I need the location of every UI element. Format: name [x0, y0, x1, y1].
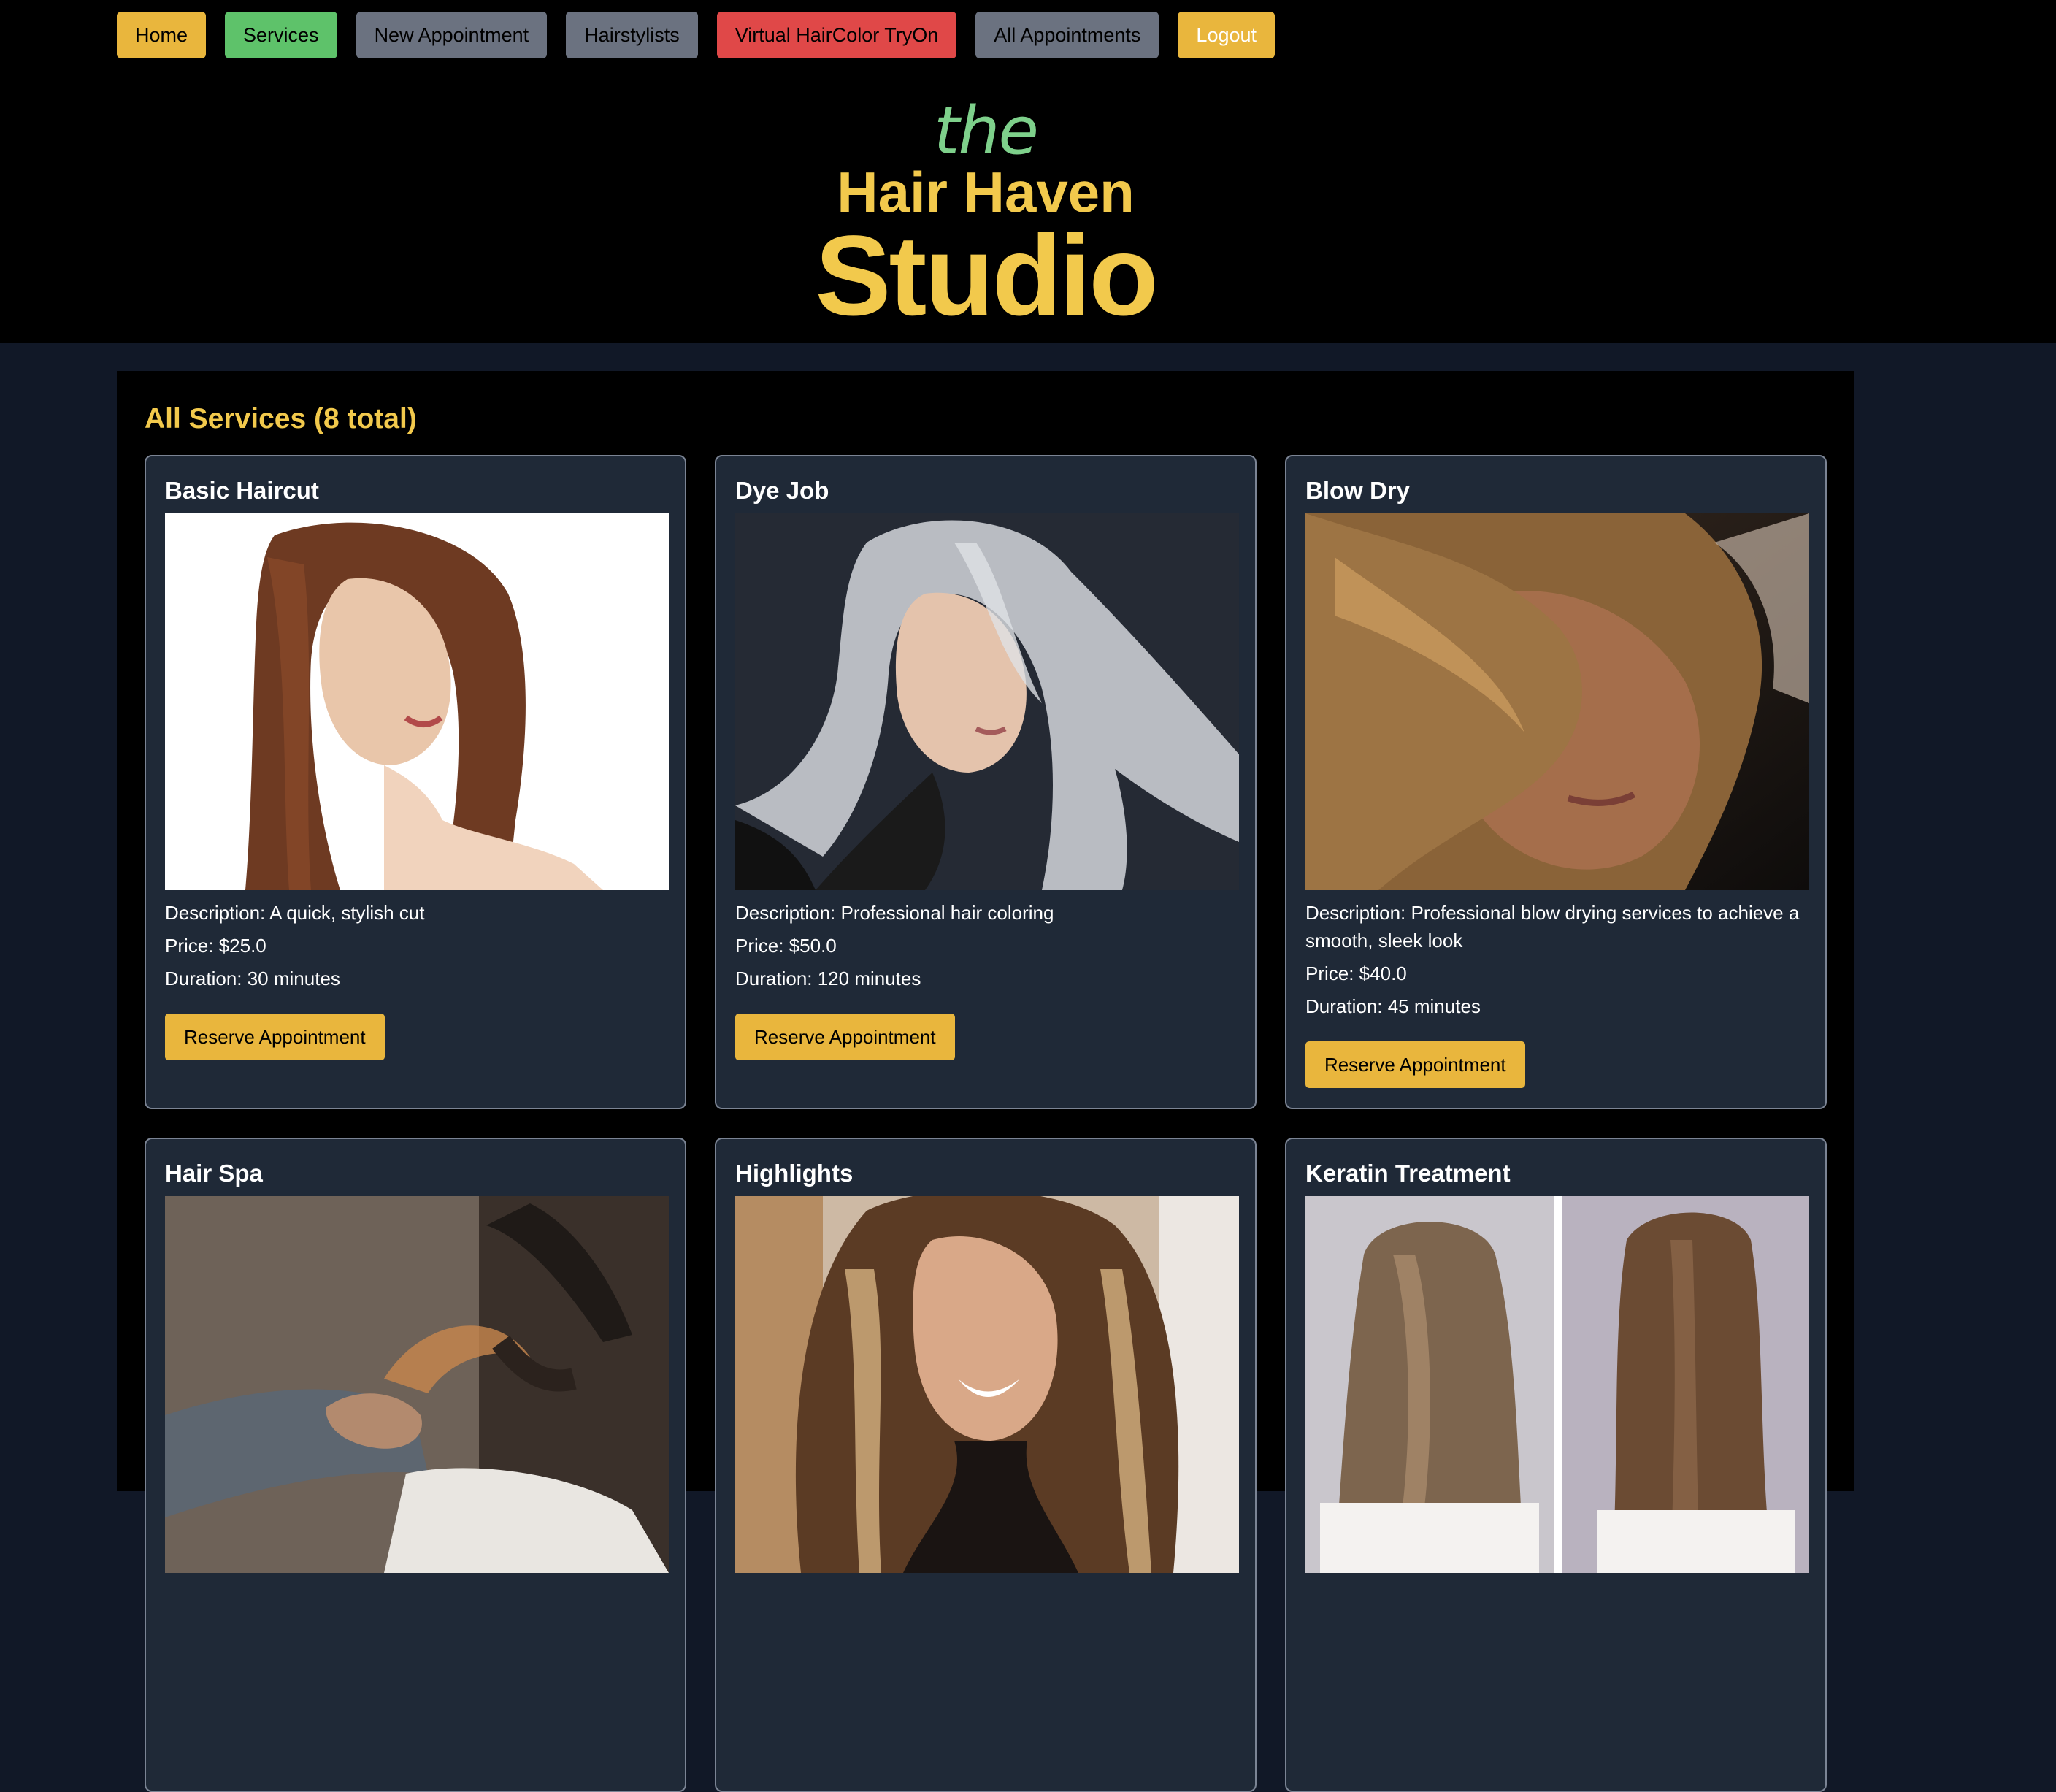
service-duration: Duration: 120 minutes	[735, 968, 921, 989]
service-name: Highlights	[735, 1160, 854, 1187]
services-panel: All Services (8 total) Basic Haircut Des…	[117, 371, 1854, 1792]
service-image	[735, 513, 1239, 890]
services-grid: Basic Haircut Description: A quick, styl…	[145, 455, 1827, 1792]
service-description: Description: Professional hair coloring	[735, 902, 1054, 924]
service-image	[735, 1196, 1239, 1573]
service-price: Price: $40.0	[1305, 962, 1407, 984]
service-name: Basic Haircut	[165, 477, 319, 504]
service-image	[1305, 513, 1809, 890]
service-card: Basic Haircut Description: A quick, styl…	[145, 455, 686, 1109]
service-card: Dye Job Description: Professional hair c…	[715, 455, 1257, 1109]
service-description: Description: A quick, stylish cut	[165, 902, 425, 924]
brand-studio: Studio	[815, 212, 1158, 340]
service-name: Hair Spa	[165, 1160, 263, 1187]
section-title: All Services (8 total)	[145, 403, 417, 434]
service-name: Blow Dry	[1305, 477, 1411, 504]
service-card: Hair Spa	[145, 1138, 686, 1792]
highlights-photo	[735, 1196, 1239, 1573]
haircut-photo	[165, 513, 669, 890]
nav-new-appointment-button[interactable]: New Appointment	[356, 12, 548, 58]
reserve-appointment-button[interactable]: Reserve Appointment	[735, 1014, 955, 1060]
nav-services-button[interactable]: Services	[225, 12, 337, 58]
service-duration: Duration: 45 minutes	[1305, 995, 1481, 1017]
dye-job-photo	[735, 513, 1239, 890]
service-card: Keratin Treatment	[1285, 1138, 1827, 1792]
nav-all-appointments-button[interactable]: All Appointments	[975, 12, 1159, 58]
service-image	[1305, 1196, 1809, 1573]
service-card: Blow Dry Description: Professional blow …	[1285, 455, 1827, 1109]
main-nav: Home Services New Appointment Hairstylis…	[117, 12, 1276, 58]
nav-home-button[interactable]: Home	[117, 12, 207, 58]
service-card: Highlights	[715, 1138, 1257, 1792]
site-header: Home Services New Appointment Hairstylis…	[0, 0, 2056, 343]
blow-dry-photo	[1305, 513, 1809, 890]
service-name: Keratin Treatment	[1305, 1160, 1511, 1187]
brand-logo: the Hair Haven Studio	[0, 91, 1971, 340]
hair-spa-photo	[165, 1196, 669, 1573]
nav-logout-button[interactable]: Logout	[1178, 12, 1276, 58]
service-image	[165, 513, 669, 890]
nav-virtual-haircolor-tryon-button[interactable]: Virtual HairColor TryOn	[716, 12, 957, 58]
service-duration: Duration: 30 minutes	[165, 968, 340, 989]
reserve-appointment-button[interactable]: Reserve Appointment	[1305, 1041, 1525, 1088]
keratin-photo	[1305, 1196, 1809, 1573]
service-image	[165, 1196, 669, 1573]
service-price: Price: $50.0	[735, 935, 837, 957]
nav-hairstylists-button[interactable]: Hairstylists	[566, 12, 698, 58]
reserve-appointment-button[interactable]: Reserve Appointment	[165, 1014, 385, 1060]
service-name: Dye Job	[735, 477, 829, 504]
service-description: Description: Professional blow drying se…	[1305, 902, 1800, 951]
service-price: Price: $25.0	[165, 935, 266, 957]
